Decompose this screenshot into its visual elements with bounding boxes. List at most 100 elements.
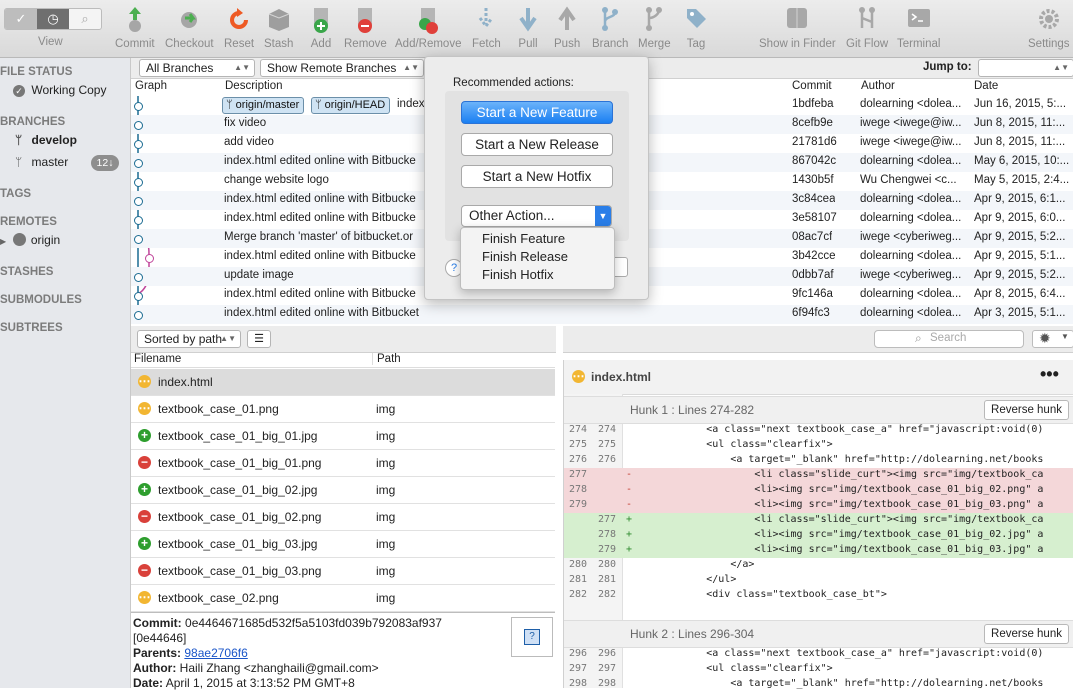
start-feature-button[interactable]: Start a New Feature	[461, 101, 613, 124]
reverse-hunk-button[interactable]: Reverse hunk	[984, 624, 1069, 644]
add-remove-button[interactable]: Add/Remove	[395, 4, 461, 50]
diff-line: 298 298 <a target="_blank" href="http://d…	[564, 677, 1073, 692]
author-value: Haili Zhang <zhanghaili@gmail.com>	[179, 661, 379, 675]
date-column-header[interactable]: Date	[974, 80, 998, 92]
sort-select[interactable]: Sorted by path ▲▼	[137, 330, 241, 348]
more-options-icon[interactable]: •••	[1040, 364, 1059, 385]
start-release-button[interactable]: Start a New Release	[461, 133, 613, 156]
added-status-icon: +	[138, 429, 151, 442]
commit-hash: 1430b5f	[792, 174, 834, 186]
add-button[interactable]: Add	[309, 4, 333, 50]
checkmark-icon[interactable]: ✓	[5, 9, 37, 29]
commit-description: index.html edited online with Bitbucket	[224, 307, 419, 319]
reverse-hunk-button[interactable]: Reverse hunk	[984, 400, 1069, 420]
commit-column-header[interactable]: Commit	[792, 80, 832, 92]
jump-to-select[interactable]: ▲▼	[978, 59, 1073, 77]
remove-button[interactable]: Remove	[344, 4, 387, 50]
file-row[interactable]: − textbook_case_01_big_01.png img	[131, 450, 555, 477]
sidebar-item-origin[interactable]: ▶ origin	[0, 233, 60, 247]
remote-branch-tag[interactable]: ᛘ origin/master	[222, 97, 305, 114]
commit-hash: 08ac7cf	[792, 231, 833, 243]
file-path: img	[376, 402, 396, 416]
gear-menu-button[interactable]: ✹ ▼	[1032, 330, 1073, 348]
description-column-header[interactable]: Description	[225, 80, 283, 92]
branch-icon: ᛘ	[315, 99, 322, 111]
fetch-button[interactable]: Fetch	[472, 4, 501, 50]
merge-button[interactable]: Merge	[638, 4, 671, 50]
git-flow-label: Git Flow	[846, 38, 889, 50]
old-line-number: 282	[568, 589, 587, 600]
file-name: textbook_case_01_big_01.jpg	[158, 429, 318, 443]
search-icon[interactable]: ⌕	[69, 9, 101, 29]
remote-branch-tag[interactable]: ᛘ origin/HEAD	[311, 97, 391, 114]
file-row[interactable]: ⋯ textbook_case_02.png img	[131, 585, 555, 612]
file-path: img	[376, 483, 396, 497]
tag-button[interactable]: Tag	[684, 4, 708, 50]
fetch-icon	[479, 8, 494, 29]
other-action-popup[interactable]: Other Action... ▼	[461, 205, 612, 227]
terminal-button[interactable]: Terminal	[897, 4, 940, 50]
commit-label: Commit	[115, 38, 155, 50]
commit-author: Wu Chengwei <c...	[860, 174, 957, 186]
commit-hash: 6f94fc3	[792, 307, 830, 319]
push-label: Push	[554, 38, 581, 50]
diff-pane: ⋯ index.html ••• Hunk 1 : Lines 274-282 …	[563, 360, 1073, 689]
parent-commit-link[interactable]: 98ae2706f6	[184, 646, 247, 660]
commit-node	[134, 235, 143, 244]
commit-label: Commit:	[133, 616, 182, 630]
diff-sign: -	[626, 469, 633, 480]
remote-branches-value: Show Remote Branches	[267, 61, 397, 75]
sidebar-item-develop[interactable]: ᛘ develop	[15, 133, 77, 147]
show-in-finder-button[interactable]: Show in Finder	[759, 4, 836, 50]
search-field[interactable]: ⌕ Search	[874, 330, 1024, 348]
view-label: View	[38, 36, 63, 48]
checkout-button[interactable]: Checkout	[165, 4, 214, 50]
graph-column-header[interactable]: Graph	[135, 80, 167, 92]
branch-button[interactable]: Branch	[592, 4, 628, 50]
finish-feature-menu-item[interactable]: Finish Feature	[482, 231, 565, 246]
merge-icon	[646, 7, 663, 31]
git-flow-button[interactable]: Git Flow	[846, 4, 888, 50]
file-row[interactable]: + textbook_case_01_big_03.jpg img	[131, 531, 555, 558]
push-button[interactable]: Push	[554, 4, 580, 50]
file-path: img	[376, 537, 396, 551]
commit-row[interactable]: index.html edited online with Bitbucket 6…	[131, 305, 1073, 324]
start-hotfix-button[interactable]: Start a New Hotfix	[461, 165, 613, 188]
commit-button[interactable]: Commit	[115, 4, 155, 50]
file-row[interactable]: ⋯ textbook_case_01.png img	[131, 396, 555, 423]
view-button[interactable]: View	[38, 36, 63, 48]
commit-description: update image	[224, 269, 294, 281]
list-view-icon[interactable]: ☰	[247, 330, 271, 348]
old-line-number: 274	[568, 424, 587, 435]
author-column-header[interactable]: Author	[861, 80, 895, 92]
modified-status-icon: ⋯	[572, 369, 585, 383]
sidebar-item-working-copy[interactable]: ✓ Working Copy	[13, 83, 106, 97]
branches-filter-value: All Branches	[146, 61, 214, 75]
stash-button[interactable]: Stash	[264, 4, 293, 50]
modified-status-icon: ⋯	[138, 401, 151, 415]
view-segmented-control[interactable]: ✓ ◷ ⌕	[4, 8, 102, 30]
file-row[interactable]: − textbook_case_01_big_03.png img	[131, 558, 555, 585]
file-row[interactable]: + textbook_case_01_big_02.jpg img	[131, 477, 555, 504]
settings-button[interactable]: Settings	[1028, 4, 1070, 50]
modified-status-icon: ⋯	[138, 374, 151, 388]
filename-column-header[interactable]: Filename	[134, 353, 181, 365]
commit-node	[134, 273, 143, 282]
merge-label: Merge	[638, 38, 671, 50]
file-row[interactable]: + textbook_case_01_big_01.jpg img	[131, 423, 555, 450]
finish-release-menu-item[interactable]: Finish Release	[482, 249, 568, 264]
clock-icon[interactable]: ◷	[37, 9, 69, 29]
sidebar-item-master[interactable]: ᛘ master	[15, 155, 68, 169]
pull-button[interactable]: Pull	[516, 4, 540, 50]
commit-description: change website logo	[224, 174, 329, 186]
file-row[interactable]: ⋯ index.html	[131, 369, 555, 396]
path-column-header[interactable]: Path	[372, 353, 401, 365]
reset-button[interactable]: Reset	[224, 4, 254, 50]
branches-filter-select[interactable]: All Branches ▲▼	[139, 59, 255, 77]
file-name: textbook_case_01_big_01.png	[158, 456, 322, 470]
remote-branches-select[interactable]: Show Remote Branches ▲▼	[260, 59, 424, 77]
commit-description: index.html edited online with Bitbucke	[224, 212, 416, 224]
finish-hotfix-menu-item[interactable]: Finish Hotfix	[482, 267, 554, 282]
old-line-number: 275	[568, 439, 587, 450]
file-row[interactable]: − textbook_case_01_big_02.png img	[131, 504, 555, 531]
